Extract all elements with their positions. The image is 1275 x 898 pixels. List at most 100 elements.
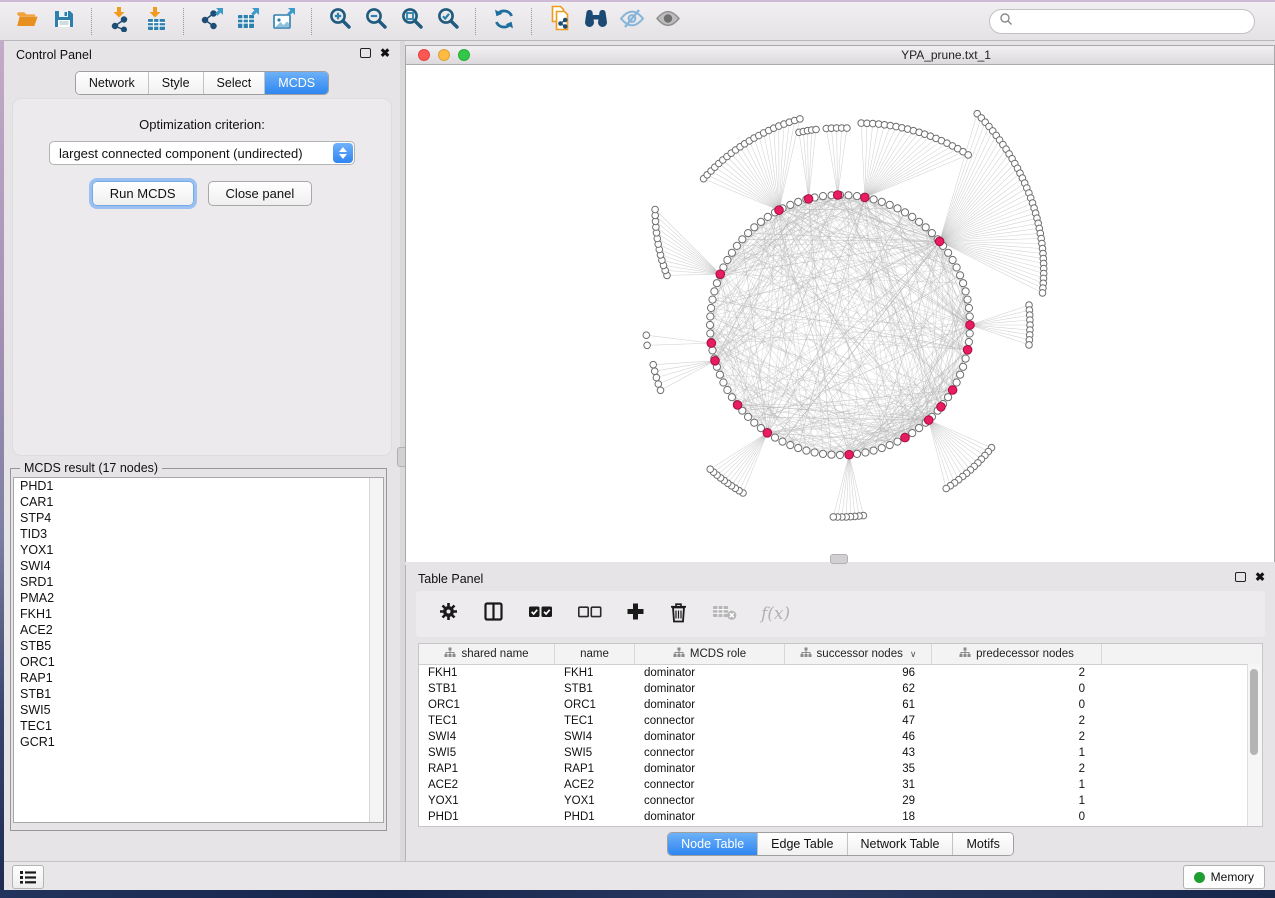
- mcds-result-item[interactable]: TID3: [14, 526, 383, 542]
- deselect-all-button[interactable]: [577, 605, 602, 624]
- tab-select[interactable]: Select: [203, 72, 265, 94]
- table-scrollbar[interactable]: [1247, 664, 1262, 826]
- network-canvas[interactable]: [406, 65, 1274, 562]
- close-table-panel-icon[interactable]: ✖: [1255, 572, 1265, 582]
- mcds-result-item[interactable]: PHD1: [14, 478, 383, 494]
- network-column-icon: [800, 647, 812, 661]
- tab-mcds[interactable]: MCDS: [264, 72, 328, 94]
- table-row[interactable]: TEC1TEC1connector472: [419, 713, 1262, 729]
- delete-row-button[interactable]: [669, 601, 688, 628]
- export-network-button[interactable]: [194, 5, 230, 37]
- mcds-list-scrollbar[interactable]: [369, 478, 383, 822]
- float-panel-icon[interactable]: [360, 48, 371, 58]
- close-window-icon[interactable]: [418, 49, 430, 61]
- table-cell: ORC1: [419, 699, 555, 711]
- mcds-result-item[interactable]: STB5: [14, 638, 383, 654]
- float-table-panel-icon[interactable]: [1235, 572, 1246, 582]
- show-columns-button[interactable]: [483, 601, 504, 627]
- table-row[interactable]: ORC1ORC1dominator610: [419, 697, 1262, 713]
- table-panel-title: Table Panel: [418, 572, 483, 586]
- mcds-result-item[interactable]: STB1: [14, 686, 383, 702]
- search-input[interactable]: [989, 9, 1255, 34]
- table-row[interactable]: RAP1RAP1dominator352: [419, 761, 1262, 777]
- table-cell: 46: [785, 731, 932, 743]
- export-table-button[interactable]: [230, 5, 266, 37]
- mcds-result-item[interactable]: SRD1: [14, 574, 383, 590]
- select-all-icon: [528, 605, 553, 624]
- table-row[interactable]: SWI5SWI5connector431: [419, 745, 1262, 761]
- zoom-in-icon: [328, 6, 353, 36]
- table-cell: 2: [932, 715, 1102, 727]
- export-image-button[interactable]: [266, 5, 302, 37]
- select-all-button[interactable]: [528, 605, 553, 624]
- zoom-selected-button[interactable]: [430, 5, 466, 37]
- settings-gear-button[interactable]: [438, 601, 459, 627]
- show-all-button[interactable]: [650, 5, 686, 37]
- zoom-fit-button[interactable]: [394, 5, 430, 37]
- search-field[interactable]: [1018, 13, 1245, 29]
- search-network-button[interactable]: [578, 5, 614, 37]
- column-header-successor-nodes[interactable]: successor nodes∨: [785, 644, 932, 664]
- mcds-result-item[interactable]: TEC1: [14, 718, 383, 734]
- mcds-result-item[interactable]: GCR1: [14, 734, 383, 750]
- zoom-out-button[interactable]: [358, 5, 394, 37]
- column-header-MCDS-role[interactable]: MCDS role: [635, 644, 785, 664]
- open-button[interactable]: [10, 5, 46, 37]
- table-panel-header: Table Panel ✖: [406, 565, 1275, 591]
- table-row[interactable]: PHD1PHD1dominator180: [419, 809, 1262, 825]
- close-panel-button[interactable]: Close panel: [208, 181, 313, 206]
- tab-network-table[interactable]: Network Table: [847, 833, 953, 855]
- table-cell: STB1: [419, 683, 555, 695]
- table-row[interactable]: SWI4SWI4dominator462: [419, 729, 1262, 745]
- import-table-button[interactable]: [138, 5, 174, 37]
- table-cell: STB1: [555, 683, 635, 695]
- add-row-button[interactable]: [626, 602, 645, 626]
- horizontal-divider-handle[interactable]: [830, 554, 848, 564]
- mcds-result-item[interactable]: CAR1: [14, 494, 383, 510]
- criterion-dropdown[interactable]: largest connected component (undirected): [49, 141, 355, 165]
- table-row[interactable]: STB1STB1dominator620: [419, 681, 1262, 697]
- save-button[interactable]: [46, 5, 82, 37]
- duplicate-network-button[interactable]: [542, 5, 578, 37]
- table-row[interactable]: FKH1FKH1dominator962: [419, 665, 1262, 681]
- column-header-shared-name[interactable]: shared name: [419, 644, 555, 664]
- mcds-result-item[interactable]: RAP1: [14, 670, 383, 686]
- minimize-window-icon[interactable]: [438, 49, 450, 61]
- zoom-in-button[interactable]: [322, 5, 358, 37]
- network-graph[interactable]: [406, 65, 1274, 562]
- mcds-result-item[interactable]: STP4: [14, 510, 383, 526]
- duplicate-network-icon: [547, 5, 573, 37]
- refresh-icon: [491, 6, 517, 37]
- table-cell: PHD1: [555, 811, 635, 823]
- show-all-icon: [654, 7, 682, 35]
- column-header-predecessor-nodes[interactable]: predecessor nodes: [932, 644, 1102, 664]
- table-cell: SWI5: [555, 747, 635, 759]
- mcds-result-item[interactable]: ORC1: [14, 654, 383, 670]
- task-history-button[interactable]: [12, 865, 44, 889]
- memory-button[interactable]: Memory: [1183, 865, 1265, 889]
- import-network-button[interactable]: [102, 5, 138, 37]
- mcds-panel: Optimization criterion: largest connecte…: [12, 98, 392, 456]
- mcds-result-item[interactable]: ACE2: [14, 622, 383, 638]
- hide-selected-button[interactable]: [614, 5, 650, 37]
- mcds-result-item[interactable]: YOX1: [14, 542, 383, 558]
- mcds-result-item[interactable]: PMA2: [14, 590, 383, 606]
- mcds-result-item[interactable]: SWI4: [14, 558, 383, 574]
- tab-network[interactable]: Network: [76, 72, 148, 94]
- mcds-result-list[interactable]: PHD1CAR1STP4TID3YOX1SWI4SRD1PMA2FKH1ACE2…: [13, 477, 384, 823]
- refresh-button[interactable]: [486, 5, 522, 37]
- tab-style[interactable]: Style: [148, 72, 203, 94]
- table-scrollbar-thumb[interactable]: [1250, 669, 1258, 755]
- desktop-background-bottom: [0, 890, 1275, 898]
- tab-edge-table[interactable]: Edge Table: [757, 833, 846, 855]
- table-row[interactable]: YOX1YOX1connector291: [419, 793, 1262, 809]
- run-mcds-button[interactable]: Run MCDS: [92, 181, 194, 206]
- tab-node-table[interactable]: Node Table: [668, 833, 757, 855]
- maximize-window-icon[interactable]: [458, 49, 470, 61]
- mcds-result-item[interactable]: FKH1: [14, 606, 383, 622]
- column-header-name[interactable]: name: [555, 644, 635, 664]
- mcds-result-item[interactable]: SWI5: [14, 702, 383, 718]
- close-panel-icon[interactable]: ✖: [380, 48, 390, 58]
- tab-motifs[interactable]: Motifs: [952, 833, 1012, 855]
- table-row[interactable]: ACE2ACE2connector311: [419, 777, 1262, 793]
